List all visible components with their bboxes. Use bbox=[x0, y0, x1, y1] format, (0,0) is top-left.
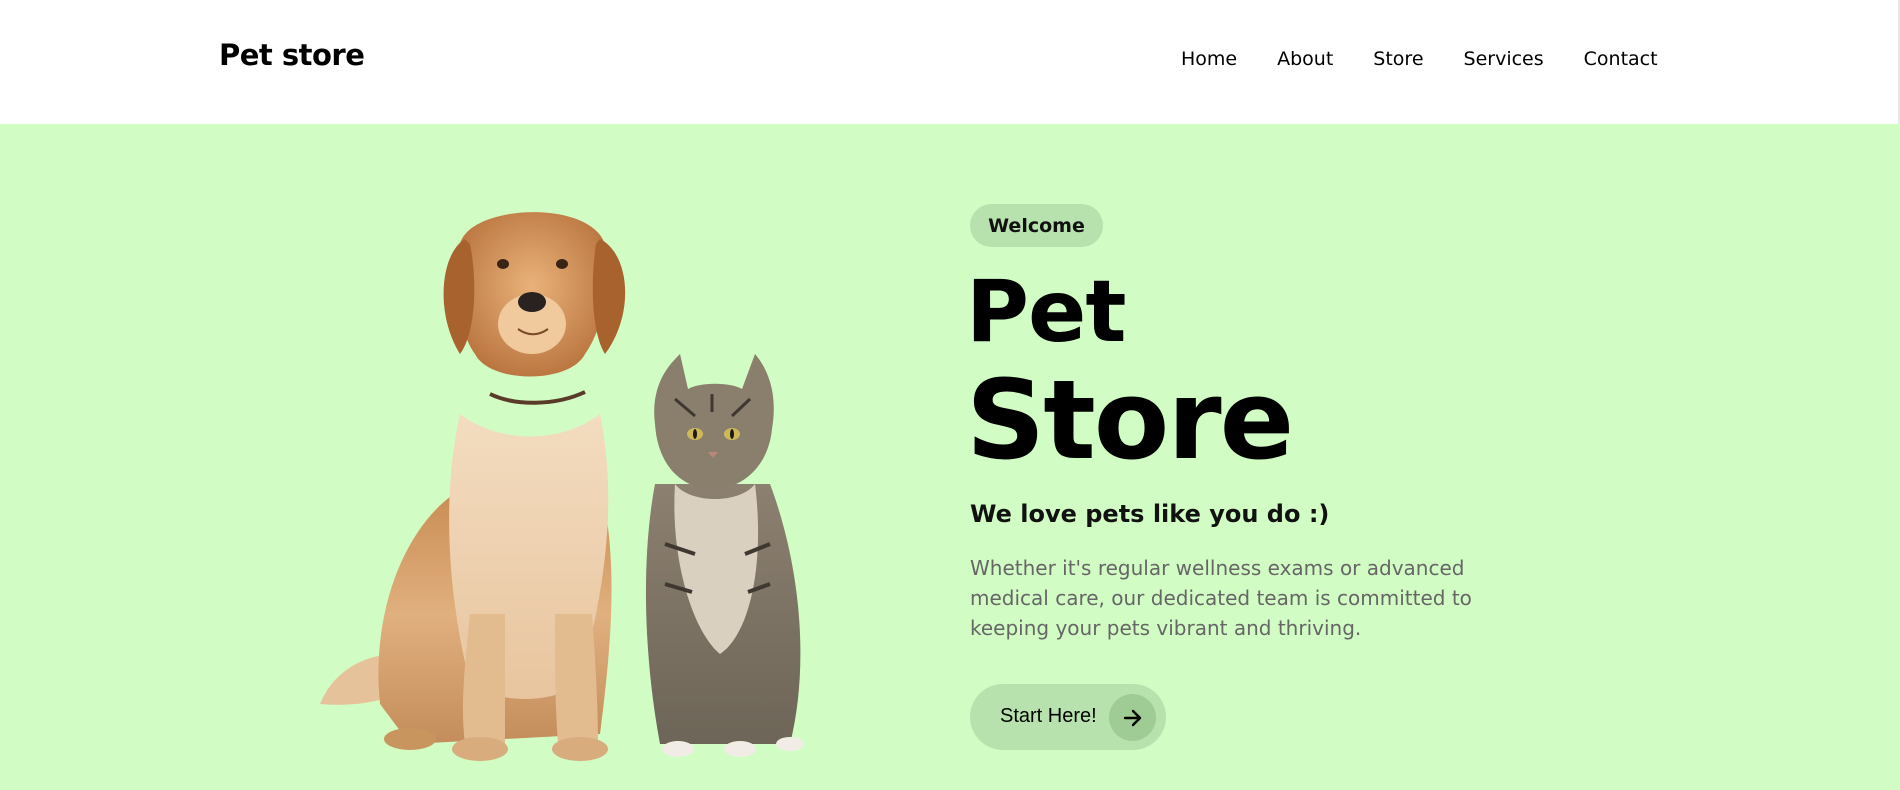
dog-and-cat-image bbox=[320, 212, 804, 761]
start-here-label: Start Here! bbox=[1000, 705, 1097, 727]
hero-section: Welcome Pet Store We love pets like you … bbox=[0, 124, 1900, 790]
nav-about[interactable]: About bbox=[1277, 48, 1333, 70]
nav-store[interactable]: Store bbox=[1373, 48, 1423, 70]
nav-home[interactable]: Home bbox=[1181, 48, 1237, 70]
arrow-right-icon bbox=[1109, 694, 1156, 741]
site-header: Pet store Home About Store Services Cont… bbox=[0, 0, 1900, 124]
nav-services[interactable]: Services bbox=[1464, 48, 1544, 70]
hero-title-line2: Store bbox=[966, 356, 1294, 484]
brand-logo[interactable]: Pet store bbox=[219, 38, 365, 72]
page: Pet store Home About Store Services Cont… bbox=[0, 0, 1900, 790]
main-nav: Home About Store Services Contact bbox=[1181, 48, 1658, 70]
hero-subtitle: We love pets like you do :) bbox=[970, 500, 1330, 528]
nav-contact[interactable]: Contact bbox=[1584, 48, 1658, 70]
hero-description: Whether it's regular wellness exams or a… bbox=[970, 556, 1472, 640]
welcome-badge: Welcome bbox=[970, 204, 1103, 247]
start-here-button[interactable]: Start Here! bbox=[970, 684, 1166, 750]
hero-title-line1: Pet bbox=[966, 262, 1126, 362]
